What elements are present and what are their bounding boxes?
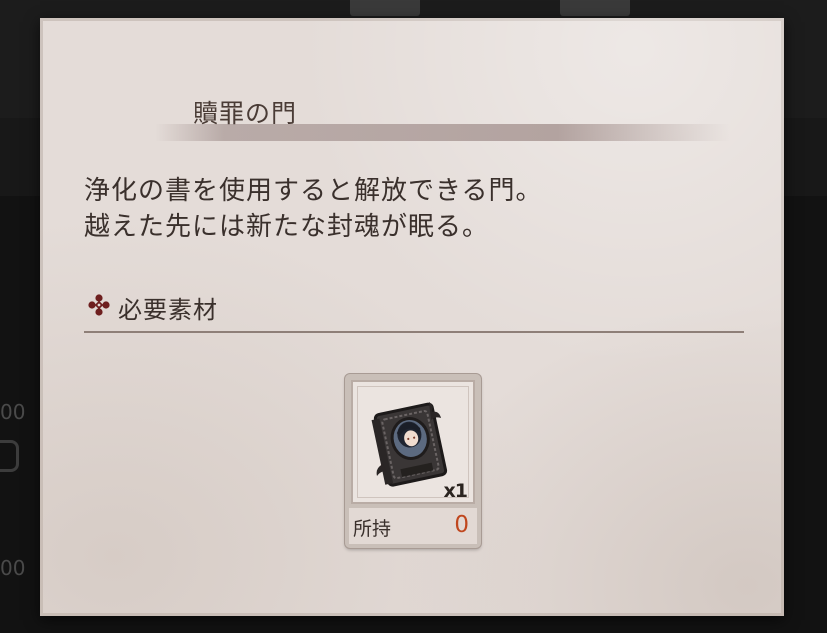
background-lock-icon — [0, 440, 19, 472]
purification-book-icon — [371, 402, 448, 487]
item-frame: x1 — [351, 380, 475, 504]
background-tab — [350, 0, 420, 16]
description-line: 浄化の書を使用すると解放できる門。 — [84, 176, 543, 206]
requirements-label: 必要素材 — [118, 296, 218, 324]
description-line: 越えた先には新たな封魂が眠る。 — [84, 212, 490, 242]
owned-label: 所持 — [353, 518, 392, 540]
gate-dialog: 贖罪の門 浄化の書を使用すると解放できる門。 越えた先には新たな封魂が眠る。 必… — [40, 18, 784, 616]
material-item-card[interactable]: x1 所持 0 — [345, 374, 481, 548]
item-quantity: x1 — [443, 480, 469, 502]
owned-value: 0 — [454, 512, 469, 538]
dialog-title: 贖罪の門 — [193, 99, 298, 128]
background-tab — [560, 0, 630, 16]
background-number: 00 — [0, 556, 26, 580]
background-number: 00 — [0, 400, 26, 424]
section-divider — [84, 331, 744, 333]
owned-row: 所持 0 — [349, 508, 477, 544]
ornament-cross-icon — [88, 294, 110, 316]
